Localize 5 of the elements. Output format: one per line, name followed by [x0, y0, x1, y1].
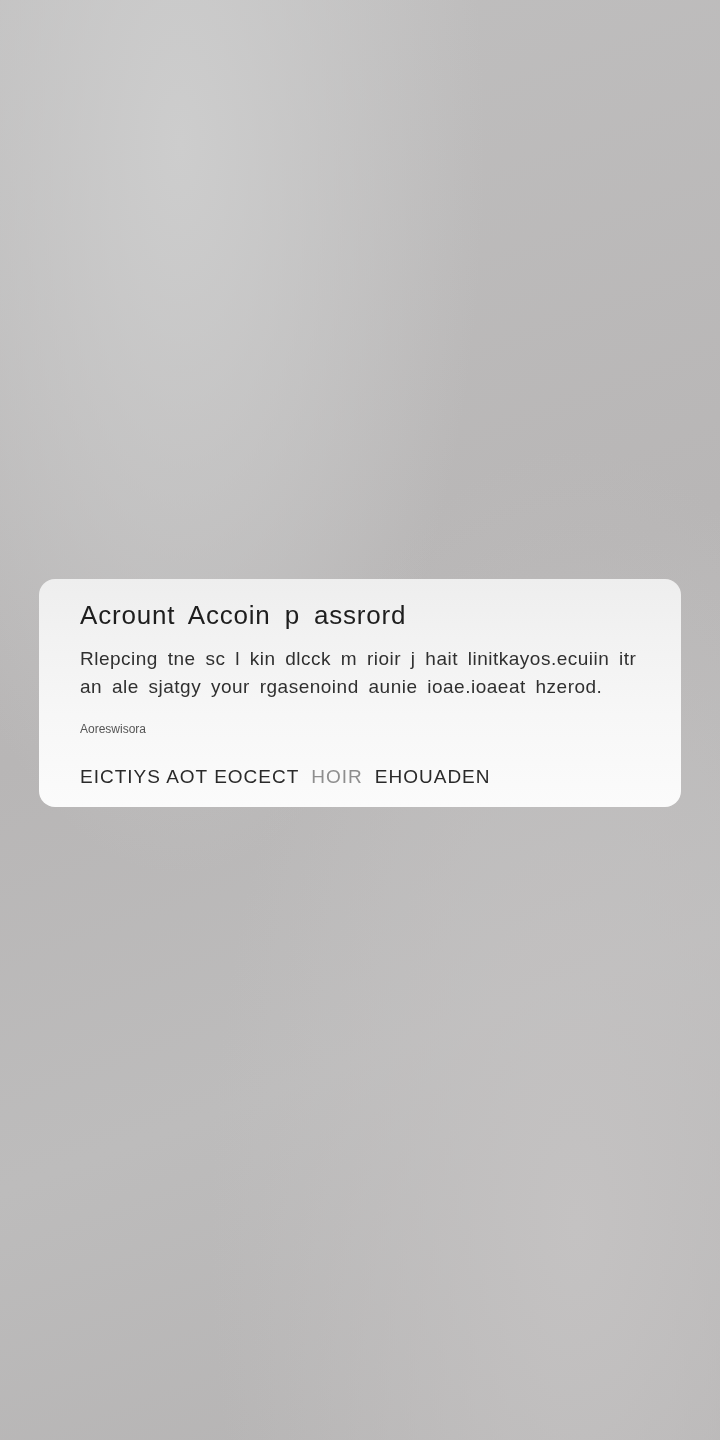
action-button[interactable]: EICTIYS AOT EOCECT [80, 765, 300, 789]
field-label: Aoreswisora [80, 721, 147, 737]
dialog-message: Rlepcing tne sc l kin dlcck m rioir j hait linitkayos.ecuiin itr an ale sjatgy your rgasenoind aunie ioae.ioaeat hzerod. [80, 647, 638, 699]
dialog-title: Acrount Accoin p assrord [80, 599, 407, 631]
action-button[interactable]: EHOUADEN [374, 765, 491, 789]
